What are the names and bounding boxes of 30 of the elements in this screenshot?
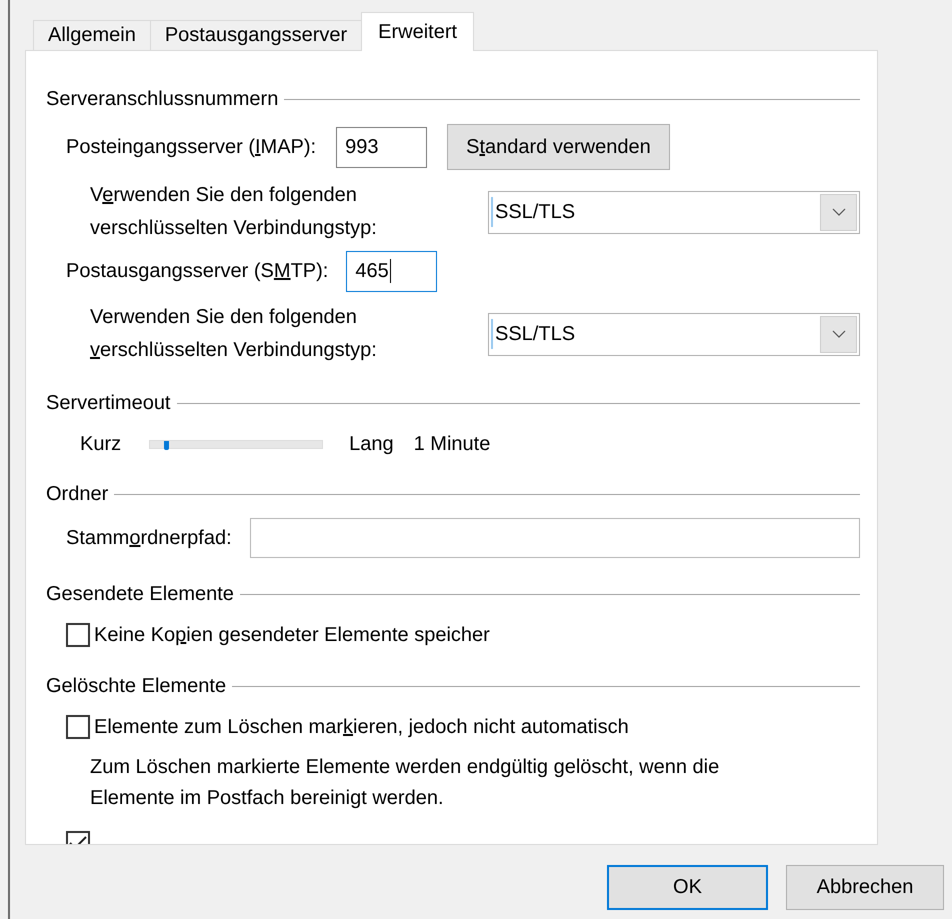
checkbox[interactable]	[66, 715, 90, 739]
slider-thumb[interactable]	[164, 440, 169, 450]
dialog-button[interactable]: OK	[607, 865, 768, 910]
tab[interactable]: Erweitert	[361, 12, 474, 51]
checkbox-label: Keine Kopien gesendeter Elemente speicher	[94, 624, 490, 646]
slider-label: Lang	[349, 432, 394, 456]
default-button[interactable]: Standard verwenden	[447, 124, 670, 170]
field-label: Postausgangsserver (SMTP):	[66, 258, 328, 284]
timeout-reading: 1 Minute	[414, 432, 490, 456]
port-field[interactable]: 993	[336, 126, 428, 168]
field-label: Verwenden Sie den folgenden verschlüsselten Verbindungstyp:	[90, 305, 378, 363]
encryption-dropdown[interactable]: SSL/TLS	[488, 312, 860, 356]
section-title: Gesendete Elemente	[46, 582, 234, 606]
section-title: Ordner	[46, 482, 108, 506]
path-field[interactable]	[250, 518, 860, 558]
dialog-button[interactable]: Abbrechen	[786, 865, 944, 910]
note-text: Zum Löschen markierte Elemente werden endgültig gelöscht, wenn die Elemente im Postfach bereinigt werden.	[89, 755, 720, 811]
section-title: Serveranschlussnummern	[46, 88, 278, 110]
section-title: Servertimeout	[46, 392, 170, 414]
field-label: Posteingangsserver (IMAP):	[66, 134, 316, 160]
checkbox-label: Elemente zum Löschen markieren, jedoch nicht automatisch	[94, 716, 629, 738]
checkbox[interactable]	[66, 623, 90, 647]
encryption-dropdown[interactable]: SSL/TLS	[488, 190, 860, 234]
field-label: Verwenden Sie den folgenden verschlüsselten Verbindungstyp:	[90, 183, 378, 241]
timeout-slider[interactable]	[149, 440, 324, 448]
tab[interactable]: Allgemein	[33, 20, 151, 50]
port-field[interactable]: 465	[346, 250, 438, 292]
field-label: Stammordnerpfad:	[66, 526, 232, 550]
slider-label: Kurz	[80, 432, 122, 456]
section-title: Gelöschte Elemente	[46, 674, 226, 698]
